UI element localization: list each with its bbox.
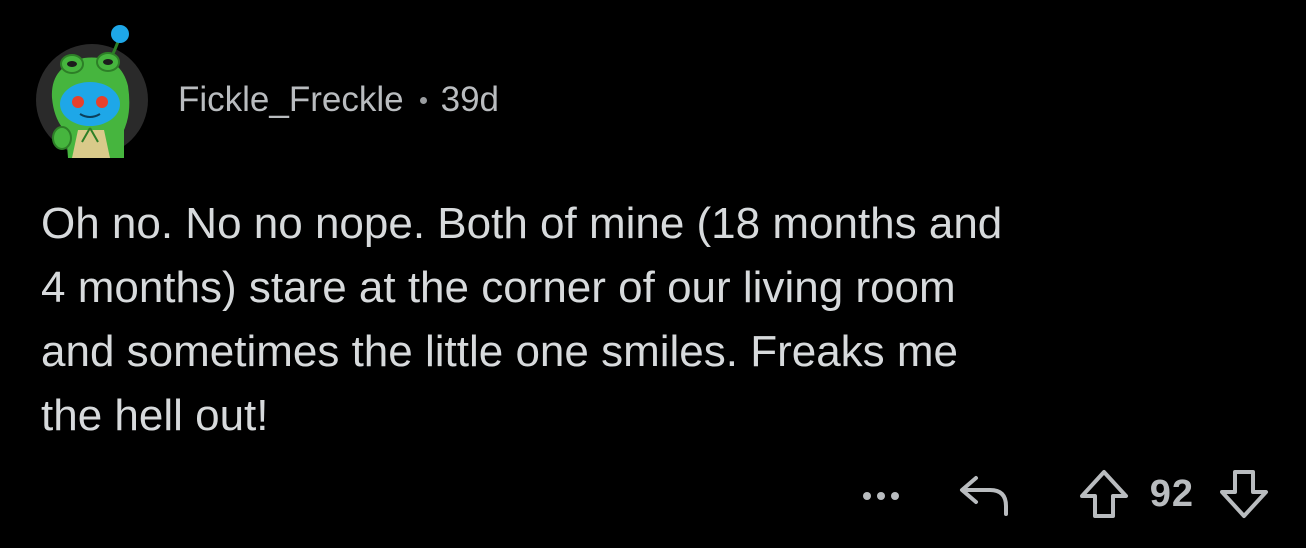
comment-body: Oh no. No no nope. Both of mine (18 mont… <box>41 199 1003 440</box>
reply-button[interactable] <box>956 468 1014 520</box>
more-dots-icon <box>862 492 899 500</box>
comment: Fickle_Freckle 39d Oh no. No no nope. Bo… <box>0 0 1306 548</box>
comment-header: Fickle_Freckle 39d <box>32 20 499 160</box>
comment-meta: Fickle_Freckle 39d <box>178 80 499 120</box>
username[interactable]: Fickle_Freckle <box>178 80 404 120</box>
snoo-avatar-icon <box>36 25 148 158</box>
upvote-arrow-icon <box>1079 470 1128 518</box>
downvote-arrow-icon <box>1220 470 1268 518</box>
separator-dot <box>419 96 427 104</box>
vote-score: 92 <box>1149 472 1194 515</box>
more-options-button[interactable] <box>858 474 904 514</box>
comment-age: 39d <box>440 80 500 119</box>
avatar[interactable] <box>32 20 150 160</box>
comment-actions: 92 <box>858 464 1272 524</box>
downvote-button[interactable] <box>1216 466 1272 522</box>
upvote-button[interactable] <box>1076 466 1132 522</box>
reply-arrow-icon <box>959 476 1008 516</box>
